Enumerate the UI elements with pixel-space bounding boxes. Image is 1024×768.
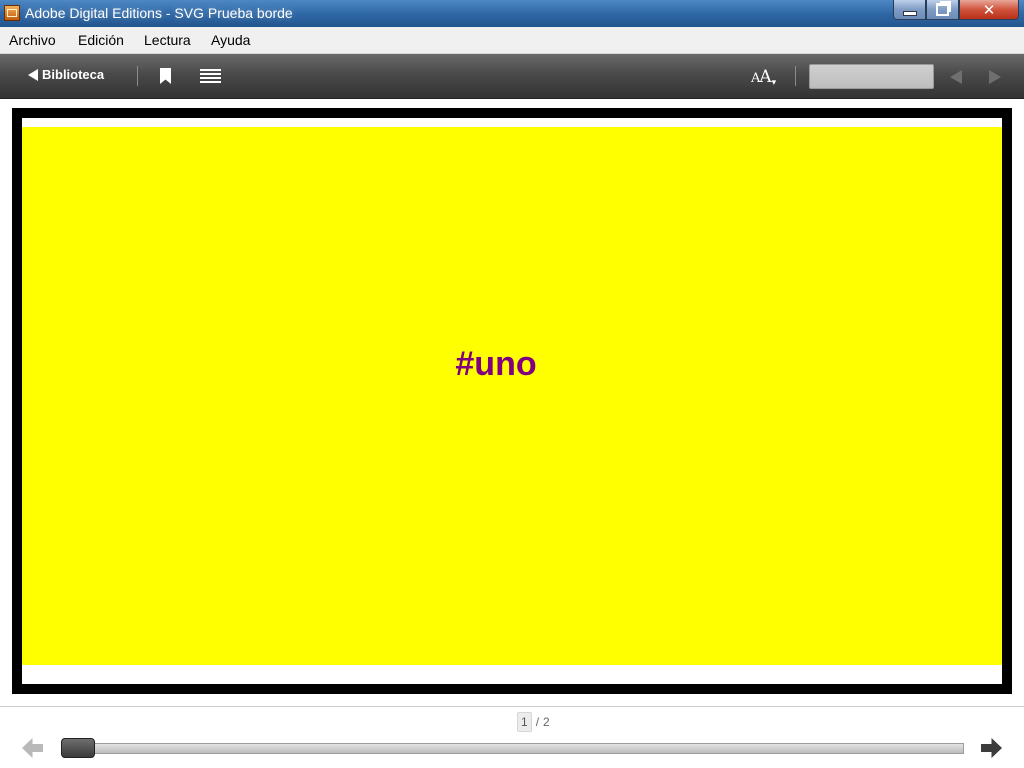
page-area: #uno bbox=[22, 118, 1002, 684]
menu-bar: Archivo Edición Lectura Ayuda bbox=[0, 27, 1024, 54]
page-slider-thumb[interactable] bbox=[61, 738, 95, 758]
title-bar: Adobe Digital Editions - SVG Prueba bord… bbox=[0, 0, 1024, 27]
library-button[interactable]: Biblioteca bbox=[28, 67, 104, 82]
toolbar-divider bbox=[137, 66, 138, 86]
bookmark-icon[interactable] bbox=[160, 68, 171, 84]
minimize-icon bbox=[902, 11, 917, 16]
menu-edicion[interactable]: Edición bbox=[78, 32, 124, 48]
next-page-arrow-icon[interactable] bbox=[981, 738, 1002, 758]
back-arrow-icon bbox=[28, 68, 38, 81]
triangle-right-icon[interactable] bbox=[989, 70, 1001, 84]
maximize-button[interactable] bbox=[926, 0, 959, 20]
menu-archivo[interactable]: Archivo bbox=[9, 32, 56, 48]
toolbar-divider bbox=[795, 66, 796, 86]
table-of-contents-icon[interactable] bbox=[200, 69, 221, 83]
page-counter: 1 / 2 bbox=[517, 712, 550, 732]
page-slider-track[interactable] bbox=[62, 743, 964, 754]
reader-toolbar: Biblioteca AA▾ bbox=[0, 54, 1024, 99]
library-label: Biblioteca bbox=[42, 67, 105, 82]
yellow-box: #uno bbox=[22, 127, 1002, 665]
font-size-icon[interactable]: AA▾ bbox=[751, 67, 776, 88]
page-border: #uno bbox=[12, 108, 1012, 694]
search-input[interactable] bbox=[809, 64, 934, 89]
close-button[interactable]: ✕ bbox=[959, 0, 1019, 20]
menu-ayuda[interactable]: Ayuda bbox=[211, 32, 250, 48]
close-icon: ✕ bbox=[982, 0, 996, 19]
window-title: Adobe Digital Editions - SVG Prueba bord… bbox=[25, 5, 293, 21]
restore-icon bbox=[936, 3, 949, 16]
app-icon[interactable] bbox=[4, 5, 20, 21]
triangle-left-icon[interactable] bbox=[950, 70, 962, 84]
menu-lectura[interactable]: Lectura bbox=[144, 32, 191, 48]
current-page-field[interactable]: 1 bbox=[517, 712, 532, 732]
minimize-button[interactable] bbox=[893, 0, 926, 20]
page-separator: / bbox=[535, 715, 540, 729]
content-text: #uno bbox=[455, 344, 537, 383]
previous-page-arrow-icon[interactable] bbox=[22, 738, 43, 758]
total-pages: 2 bbox=[543, 715, 550, 729]
divider bbox=[0, 706, 1024, 707]
